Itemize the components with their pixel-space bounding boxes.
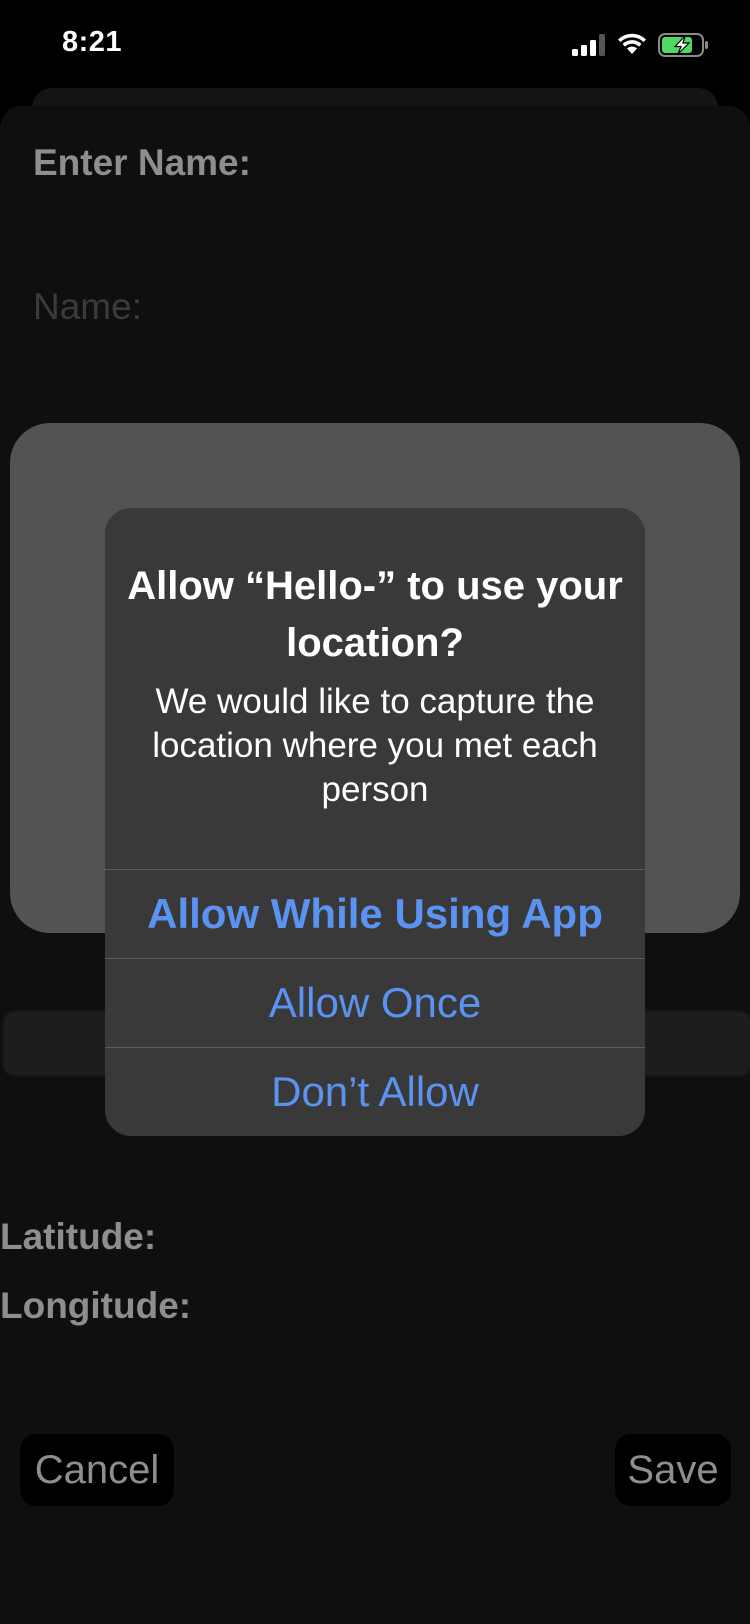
alert-title: Allow “Hello-” to use your location? bbox=[127, 564, 623, 665]
save-button[interactable]: Save bbox=[615, 1434, 731, 1506]
signal-icon bbox=[572, 34, 605, 56]
longitude-label: Longitude: bbox=[0, 1285, 192, 1326]
status-time: 8:21 bbox=[62, 26, 123, 58]
dont-allow-button[interactable]: Don’t Allow bbox=[105, 1047, 645, 1135]
enter-name-label: Enter Name: bbox=[33, 142, 251, 183]
status-bar: 8:21 bbox=[0, 0, 750, 90]
battery-charging-icon bbox=[658, 33, 708, 57]
name-input[interactable]: Name: bbox=[33, 286, 142, 328]
allow-once-button[interactable]: Allow Once bbox=[105, 958, 645, 1046]
wifi-icon bbox=[618, 33, 646, 54]
location-permission-alert: Allow “Hello-” to use your location? We … bbox=[105, 508, 645, 1136]
screen: 8:21 Enter Name: Name: Latitude: Longitu… bbox=[0, 0, 750, 1624]
cancel-button[interactable]: Cancel bbox=[20, 1434, 174, 1506]
status-icons bbox=[572, 30, 722, 62]
alert-message: We would like to capture the location wh… bbox=[152, 682, 598, 809]
allow-while-using-button[interactable]: Allow While Using App bbox=[105, 869, 645, 957]
latitude-label: Latitude: bbox=[0, 1216, 157, 1257]
